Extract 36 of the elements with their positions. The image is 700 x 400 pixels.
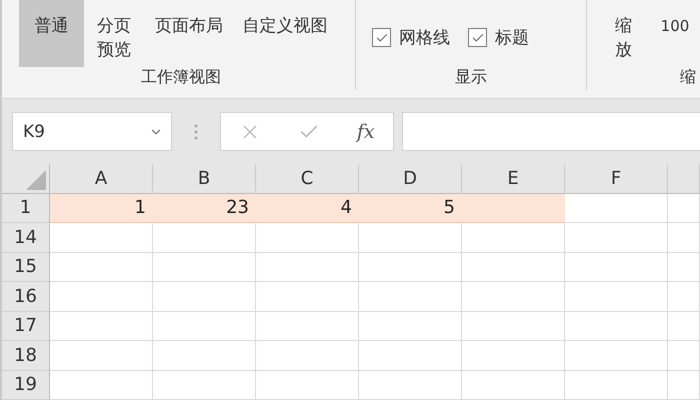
group-label: 缩	[679, 67, 697, 88]
table-cell: 23	[153, 194, 256, 223]
table-cell: 1	[50, 194, 153, 223]
name-box[interactable]: K9	[12, 112, 172, 151]
table-cell: 4	[256, 194, 359, 223]
ribbon-button[interactable]: 缩放	[613, 0, 637, 67]
checkbox-label: 网格线	[399, 27, 450, 49]
grip-icon	[194, 124, 198, 140]
row-header[interactable]: 18	[2, 341, 50, 370]
column-header[interactable]: B	[153, 164, 256, 194]
insert-function-button[interactable]: fx	[356, 120, 375, 142]
row-header[interactable]: 15	[2, 252, 50, 282]
ribbon-button[interactable]: 页面布局	[150, 0, 228, 67]
row-header[interactable]: 19	[2, 370, 50, 400]
row-header[interactable]: 17	[2, 312, 50, 341]
column-header[interactable]: E	[462, 164, 565, 194]
column-header[interactable]: D	[359, 164, 462, 194]
group-label: 工作簿视图	[140, 67, 222, 88]
group-label: 显示	[454, 67, 488, 88]
select-all-icon[interactable]	[26, 170, 46, 190]
ribbon-button[interactable]: 普通	[19, 0, 84, 67]
column-header[interactable]: F	[565, 164, 668, 194]
row-header[interactable]: 16	[2, 282, 50, 312]
checkbox[interactable]	[468, 28, 487, 47]
column-header[interactable]: A	[50, 164, 153, 194]
ribbon-button[interactable]: 分页预览	[92, 0, 142, 67]
ribbon-button[interactable]: 100	[657, 0, 693, 67]
checkbox-label: 标题	[495, 27, 529, 49]
checkbox[interactable]	[372, 28, 391, 47]
column-header[interactable]	[668, 164, 700, 194]
table-cell: 5	[359, 194, 462, 223]
row-header[interactable]: 14	[2, 223, 50, 252]
ribbon-button[interactable]: 自定义视图	[236, 0, 334, 67]
column-header[interactable]: C	[256, 164, 359, 194]
row-header[interactable]: 1	[2, 194, 50, 223]
formula-input[interactable]	[402, 112, 700, 151]
